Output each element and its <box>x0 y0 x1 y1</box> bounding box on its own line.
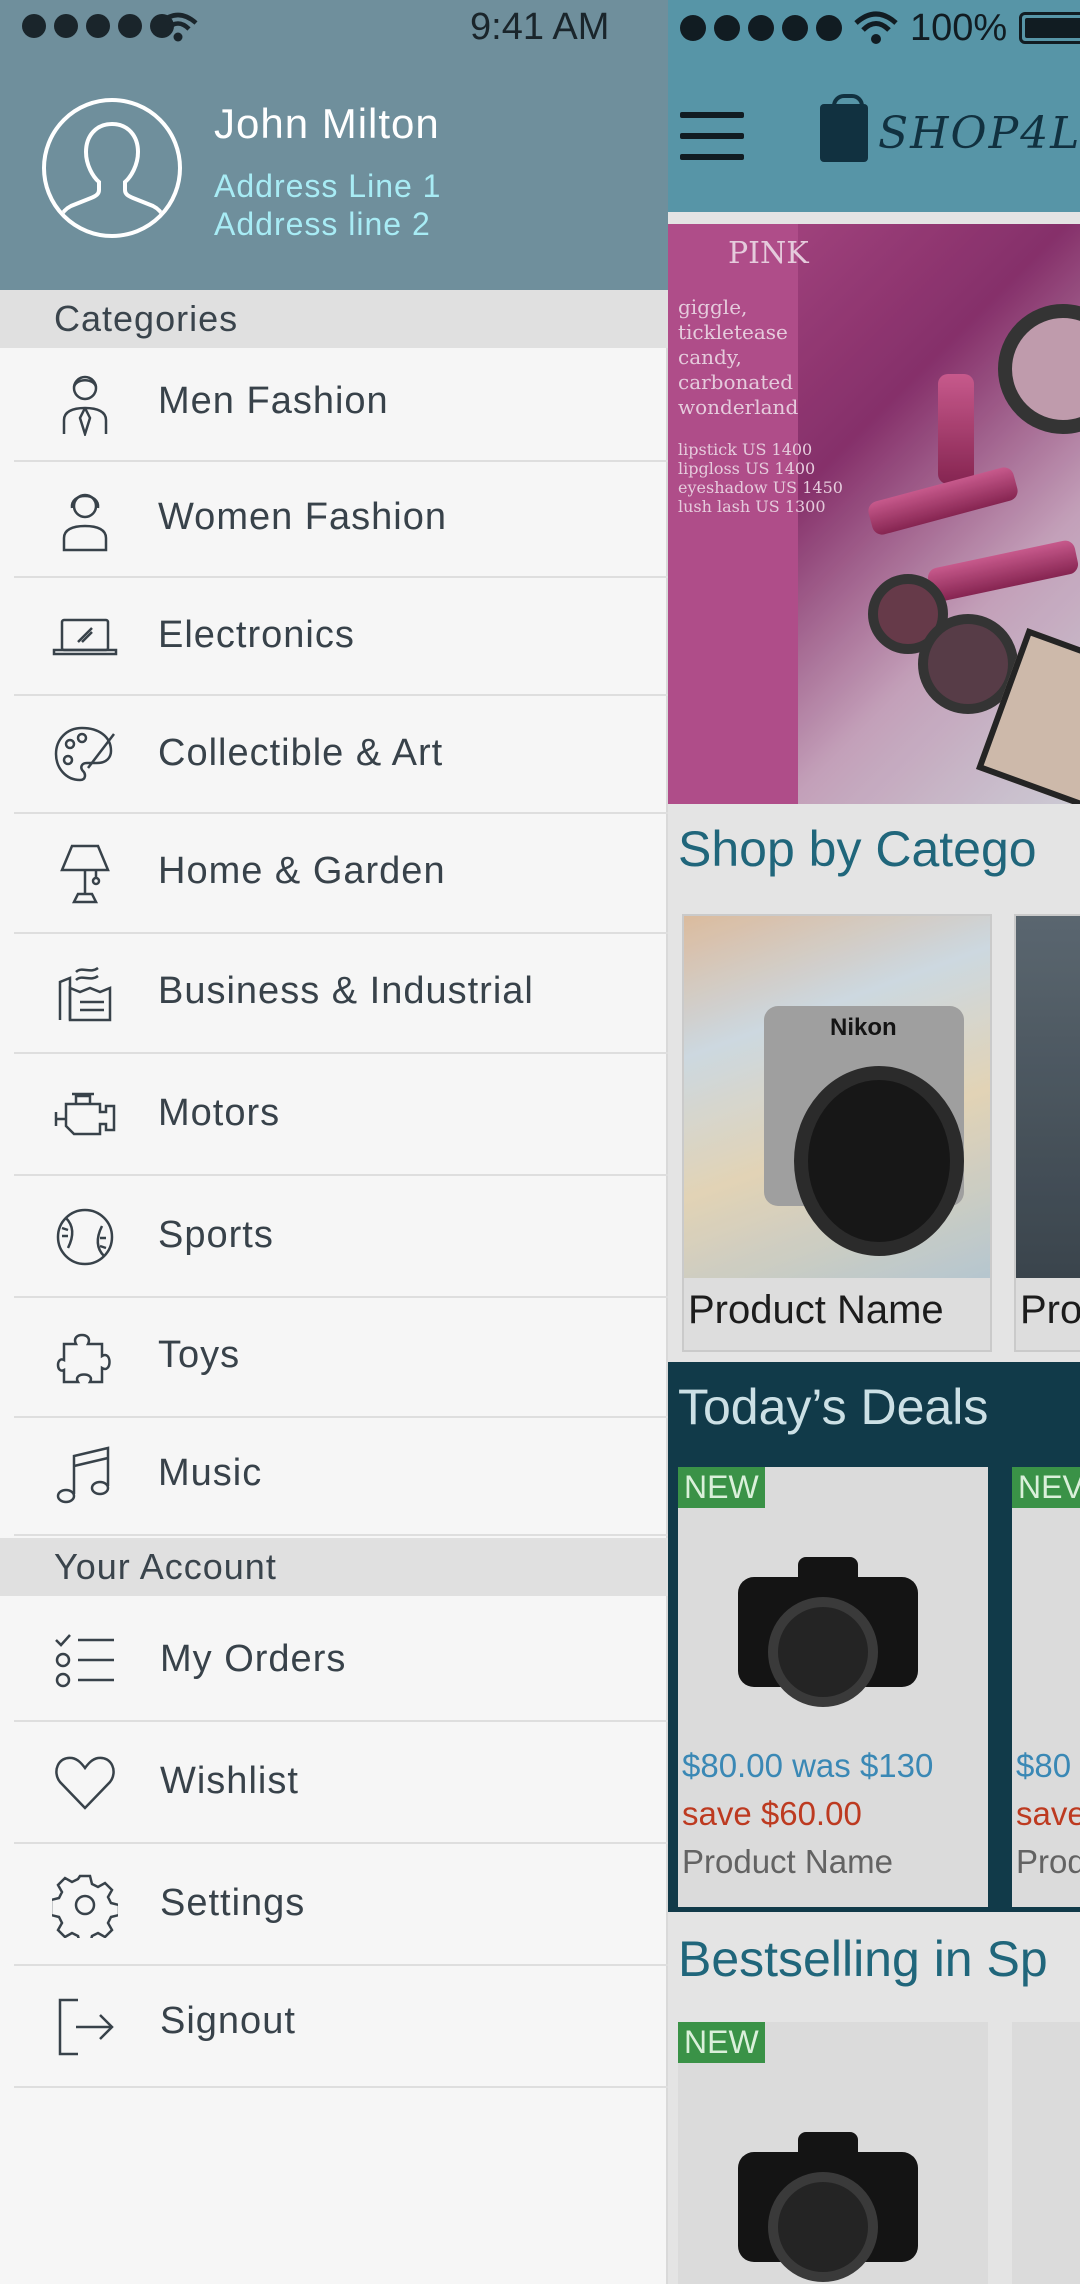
lamp-icon <box>60 844 110 904</box>
address-line-2: Address line 2 <box>214 206 431 242</box>
music-note-icon <box>56 1446 110 1504</box>
menu-item-signout[interactable]: Signout <box>14 1966 668 2088</box>
menu-item-label: Wishlist <box>160 1760 299 1802</box>
gear-icon <box>52 1874 118 1938</box>
menu-item-label: My Orders <box>160 1638 347 1680</box>
menu-item-collectible-art[interactable]: Collectible & Art <box>14 696 668 814</box>
menu-item-settings[interactable]: Settings <box>14 1844 668 1966</box>
menu-item-label: Home & Garden <box>158 850 446 892</box>
menu-item-sports[interactable]: Sports <box>14 1176 668 1298</box>
baseball-icon <box>56 1208 114 1266</box>
drawer-header: 9:41 AM John Milton Address Line 1 Addre… <box>0 0 668 290</box>
user-silhouette-icon <box>58 122 166 219</box>
menu-item-women-fashion[interactable]: Women Fashion <box>14 462 668 578</box>
heart-icon <box>55 1756 115 1810</box>
menu-item-music[interactable]: Music <box>14 1418 668 1536</box>
laptop-icon <box>52 618 118 656</box>
menu-item-label: Sports <box>158 1214 274 1256</box>
menu-item-toys[interactable]: Toys <box>14 1298 668 1418</box>
checklist-icon <box>55 1634 114 1688</box>
drawer-scrim[interactable] <box>668 0 1080 2284</box>
menu-item-label: Collectible & Art <box>158 732 444 774</box>
avatar[interactable] <box>42 98 182 238</box>
address-line-1: Address Line 1 <box>214 168 442 204</box>
navigation-drawer: 9:41 AM John Milton Address Line 1 Addre… <box>0 0 668 2284</box>
account-section-header: Your Account <box>0 1538 668 1596</box>
menu-item-electronics[interactable]: Electronics <box>14 578 668 696</box>
menu-item-wishlist[interactable]: Wishlist <box>14 1722 668 1844</box>
puzzle-icon <box>56 1333 111 1384</box>
menu-item-label: Settings <box>160 1882 306 1924</box>
signout-icon <box>58 1998 114 2056</box>
status-time: 9:41 AM <box>470 6 610 48</box>
factory-icon <box>58 966 112 1022</box>
user-name: John Milton <box>214 100 440 147</box>
menu-item-label: Toys <box>158 1334 241 1376</box>
wifi-icon <box>158 12 198 42</box>
menu-item-motors[interactable]: Motors <box>14 1054 668 1176</box>
menu-item-label: Music <box>158 1452 263 1494</box>
menu-item-label: Motors <box>158 1092 281 1134</box>
categories-section-header: Categories <box>0 290 668 348</box>
signal-icon <box>22 14 174 38</box>
menu-item-label: Women Fashion <box>158 496 447 538</box>
menu-item-label: Business & Industrial <box>158 970 534 1012</box>
menu-item-label: Men Fashion <box>158 380 389 422</box>
menu-item-label: Signout <box>160 2000 296 2042</box>
menu-item-men-fashion[interactable]: Men Fashion <box>14 348 668 462</box>
engine-icon <box>54 1092 116 1136</box>
menu-item-business-industrial[interactable]: Business & Industrial <box>14 934 668 1054</box>
menu-item-home-garden[interactable]: Home & Garden <box>14 814 668 934</box>
palette-icon <box>54 726 115 782</box>
status-bar: 9:41 AM <box>0 0 668 56</box>
menu-item-label: Electronics <box>158 614 355 656</box>
menu-item-my-orders[interactable]: My Orders <box>14 1596 668 1722</box>
woman-icon <box>62 493 108 552</box>
man-icon <box>62 375 108 436</box>
